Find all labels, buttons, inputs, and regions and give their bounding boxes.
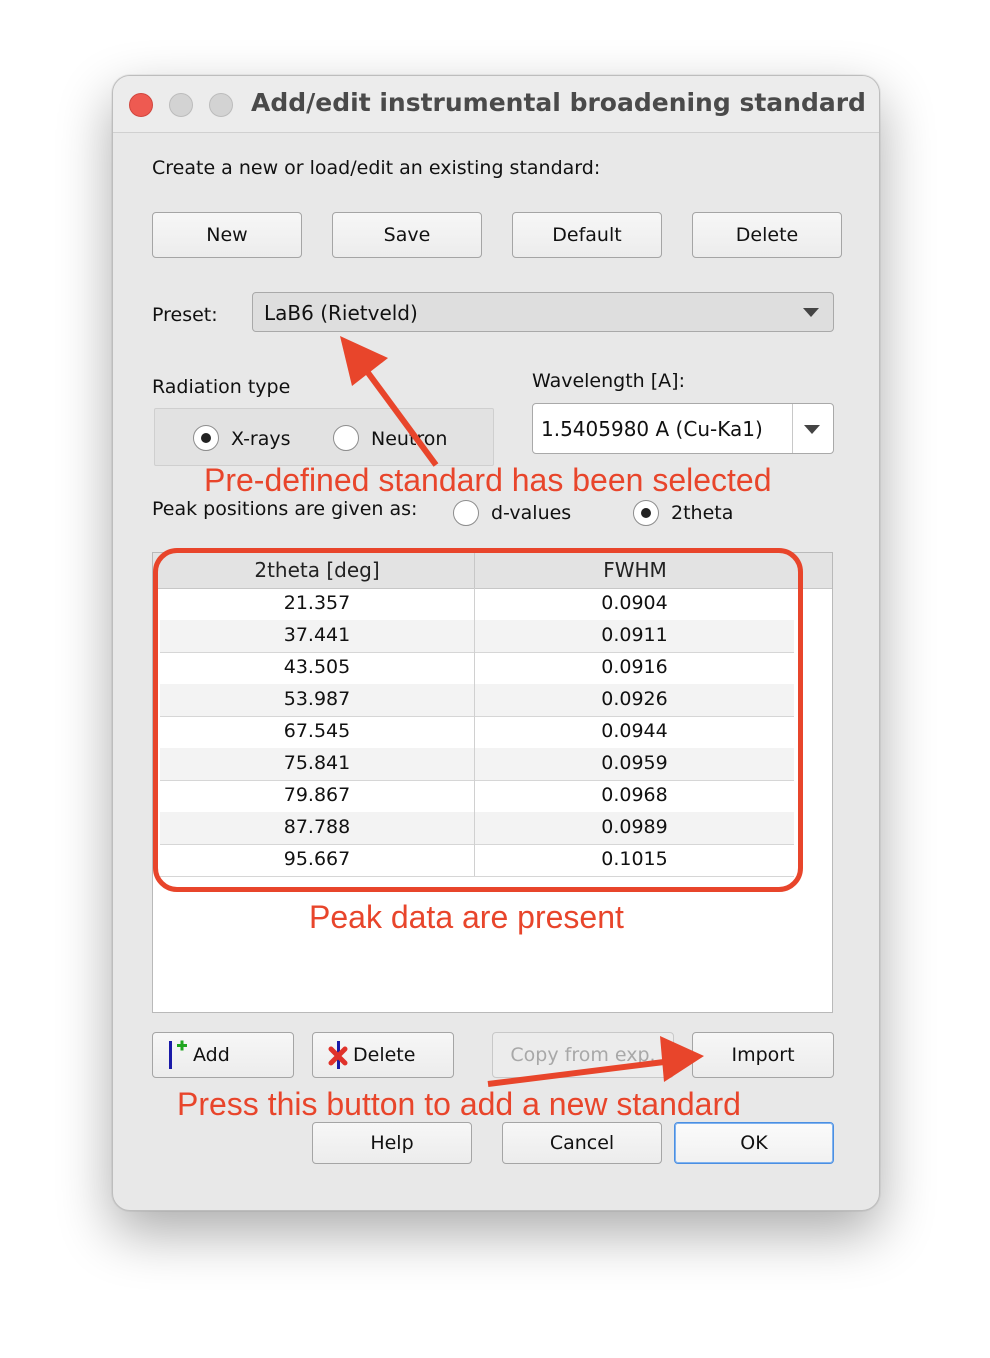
add-button-label: Add (193, 1044, 230, 1066)
save-button[interactable]: Save (332, 212, 482, 258)
combo-separator (792, 404, 793, 453)
2theta-radio[interactable] (633, 500, 659, 526)
minimize-window-button[interactable] (169, 93, 193, 117)
ok-button[interactable]: OK (674, 1122, 834, 1164)
wavelength-combobox[interactable]: 1.5405980 A (Cu-Ka1) (532, 403, 834, 454)
preset-label: Preset: (152, 304, 218, 326)
delete-row-button[interactable]: Delete (312, 1032, 454, 1078)
delete-button-label: Delete (353, 1044, 416, 1066)
cancel-button[interactable]: Cancel (502, 1122, 662, 1164)
default-button[interactable]: Default (512, 212, 662, 258)
preset-dropdown[interactable]: LaB6 (Rietveld) (252, 292, 834, 332)
wavelength-label: Wavelength [A]: (532, 370, 685, 392)
import-button[interactable]: Import (692, 1032, 834, 1078)
d-values-radio[interactable] (453, 500, 479, 526)
import-annotation: Press this button to add a new standard (177, 1086, 741, 1122)
title-bar: Add/edit instrumental broadening standar… (113, 76, 879, 133)
wavelength-value: 1.5405980 A (Cu-Ka1) (541, 417, 763, 441)
preset-value: LaB6 (Rietveld) (264, 301, 418, 325)
new-button[interactable]: New (152, 212, 302, 258)
radiation-type-label: Radiation type (152, 376, 291, 398)
window-title: Add/edit instrumental broadening standar… (251, 88, 866, 117)
chevron-down-icon[interactable] (804, 425, 820, 434)
xrays-label: X-rays (231, 428, 291, 450)
peak-positions-label: Peak positions are given as: (152, 498, 418, 520)
add-row-button[interactable]: Add (152, 1032, 294, 1078)
help-button[interactable]: Help (312, 1122, 472, 1164)
close-window-button[interactable] (129, 93, 153, 117)
delete-standard-button[interactable]: Delete (692, 212, 842, 258)
neutron-label: Neutron (371, 428, 448, 450)
delete-x-icon (328, 1041, 348, 1069)
intro-label: Create a new or load/edit an existing st… (152, 157, 601, 179)
chevron-down-icon (803, 308, 819, 317)
add-plus-icon (169, 1040, 187, 1069)
preset-annotation: Pre-defined standard has been selected (204, 462, 772, 498)
d-values-label: d-values (491, 502, 572, 524)
zoom-window-button[interactable] (209, 93, 233, 117)
copy-from-exp-button[interactable]: Copy from exp. (492, 1032, 674, 1078)
table-annotation: Peak data are present (309, 899, 624, 935)
xrays-radio[interactable] (193, 425, 219, 451)
table-highlight-box (153, 548, 803, 892)
2theta-label: 2theta (671, 502, 734, 524)
neutron-radio[interactable] (333, 425, 359, 451)
